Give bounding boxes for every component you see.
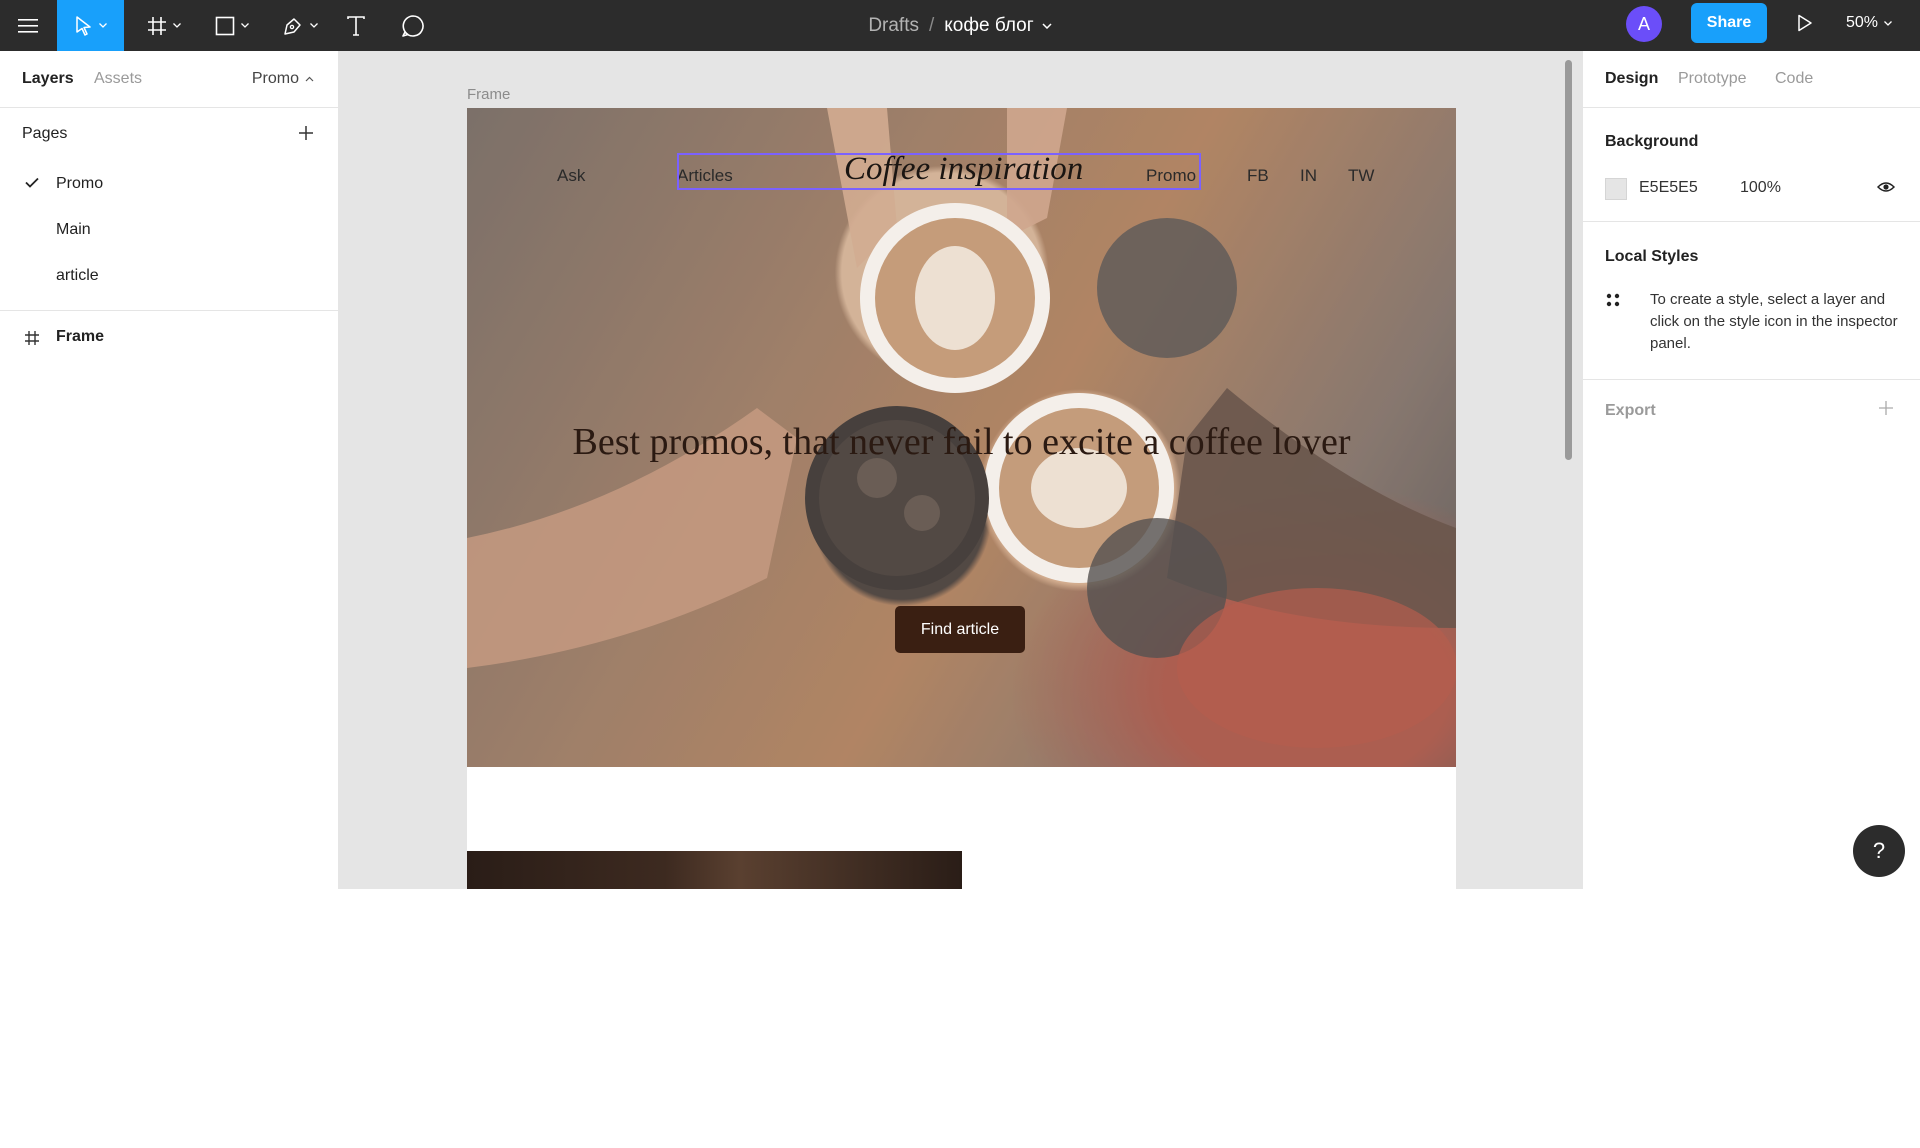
tab-assets[interactable]: Assets: [94, 70, 142, 88]
page-item-label: article: [56, 267, 99, 284]
local-styles-title: Local Styles: [1605, 248, 1699, 265]
frame-tool-button[interactable]: [138, 0, 190, 51]
page-item-main[interactable]: Main: [0, 208, 338, 254]
hero-headline[interactable]: Best promos, that never fail to excite a…: [467, 420, 1456, 464]
add-page-button[interactable]: [294, 121, 318, 145]
canvas-scrollbar[interactable]: [1565, 60, 1572, 460]
tab-prototype[interactable]: Prototype: [1678, 70, 1746, 88]
tab-layers[interactable]: Layers: [22, 70, 74, 88]
right-panel-tabs: Design Prototype Code: [1583, 51, 1920, 108]
main-menu-button[interactable]: [0, 0, 56, 51]
plus-icon: [299, 126, 313, 140]
move-tool-button[interactable]: [57, 0, 124, 51]
pen-tool-button[interactable]: [274, 0, 326, 51]
frame-icon: [148, 16, 166, 35]
find-article-button[interactable]: Find article: [895, 606, 1025, 653]
hamburger-icon: [18, 18, 38, 33]
design-frame[interactable]: Ask Articles Promo FB IN TW Coffee inspi…: [467, 108, 1456, 889]
text-tool-button[interactable]: [340, 0, 372, 51]
play-icon: [1798, 14, 1812, 32]
layer-item-frame[interactable]: Frame: [0, 315, 338, 361]
comment-icon: [402, 14, 424, 37]
rectangle-icon: [215, 16, 235, 35]
selection-outline: [677, 153, 1201, 190]
local-styles-hint: To create a style, select a layer and cl…: [1650, 291, 1898, 352]
local-styles-section: Local Styles To create a style, select a…: [1583, 222, 1920, 380]
plus-icon[interactable]: [1878, 400, 1894, 416]
left-panel-tabs: Layers Assets Promo: [0, 51, 338, 108]
pages-divider: [0, 310, 338, 311]
style-icon: [1606, 293, 1620, 307]
breadcrumb-drafts[interactable]: Drafts: [868, 15, 919, 37]
left-panel: Layers Assets Promo Pages Promo Main art…: [0, 51, 339, 889]
user-avatar[interactable]: A: [1626, 6, 1662, 42]
page-item-promo[interactable]: Promo: [0, 162, 338, 208]
export-title: Export: [1605, 402, 1656, 419]
top-toolbar: Drafts / кофе блог A Share 50%: [0, 0, 1920, 51]
zoom-dropdown[interactable]: 50%: [1846, 0, 1892, 46]
text-icon: [347, 15, 365, 36]
shape-tool-button[interactable]: [206, 0, 258, 51]
page-item-label: Promo: [56, 175, 104, 192]
nav-link-ask[interactable]: Ask: [557, 166, 585, 186]
tab-code[interactable]: Code: [1775, 70, 1813, 88]
file-name[interactable]: кофе блог: [944, 15, 1033, 37]
tab-design[interactable]: Design: [1605, 70, 1658, 88]
background-hex-input[interactable]: E5E5E5: [1639, 179, 1698, 197]
share-button[interactable]: Share: [1691, 3, 1767, 43]
comment-tool-button[interactable]: [393, 0, 433, 51]
chevron-down-icon: [1884, 20, 1892, 26]
background-opacity-input[interactable]: 100%: [1740, 179, 1781, 197]
breadcrumb-separator: /: [929, 14, 935, 36]
present-button[interactable]: [1790, 0, 1820, 46]
canvas[interactable]: Frame Ask Articles Promo FB IN TW Coffee…: [339, 51, 1582, 889]
chevron-down-icon[interactable]: [1042, 22, 1052, 29]
zoom-level: 50%: [1846, 14, 1879, 31]
frame-icon: [25, 331, 39, 345]
checkmark-icon: [25, 177, 39, 188]
frame-label[interactable]: Frame: [467, 86, 510, 103]
page-item-article[interactable]: article: [0, 254, 338, 300]
page-item-label: Main: [56, 221, 91, 238]
current-page-label: Promo: [251, 70, 299, 87]
nav-link-tw[interactable]: TW: [1348, 166, 1374, 186]
nav-link-in[interactable]: IN: [1300, 166, 1317, 186]
page-selector[interactable]: Promo: [252, 70, 314, 88]
help-button[interactable]: ?: [1853, 825, 1905, 877]
background-color-swatch[interactable]: [1605, 178, 1627, 200]
cursor-icon: [75, 15, 91, 36]
chevron-down-icon: [98, 23, 107, 28]
right-panel: Design Prototype Code Background E5E5E5 …: [1582, 51, 1920, 889]
background-section: Background E5E5E5 100%: [1583, 108, 1920, 222]
chevron-up-icon: [305, 76, 314, 82]
hero-image[interactable]: Ask Articles Promo FB IN TW Coffee inspi…: [467, 108, 1456, 767]
chevron-down-icon: [241, 23, 249, 28]
pen-icon: [284, 17, 301, 35]
nav-link-fb[interactable]: FB: [1247, 166, 1269, 186]
pages-header: Pages: [0, 108, 338, 162]
eye-icon[interactable]: [1877, 180, 1895, 194]
layer-label: Frame: [56, 328, 105, 345]
background-title: Background: [1605, 133, 1699, 150]
article-thumbnail[interactable]: [467, 851, 962, 889]
chevron-down-icon: [173, 23, 181, 28]
pages-title: Pages: [22, 125, 68, 142]
chevron-down-icon: [310, 23, 318, 28]
export-section: Export: [1583, 380, 1920, 444]
